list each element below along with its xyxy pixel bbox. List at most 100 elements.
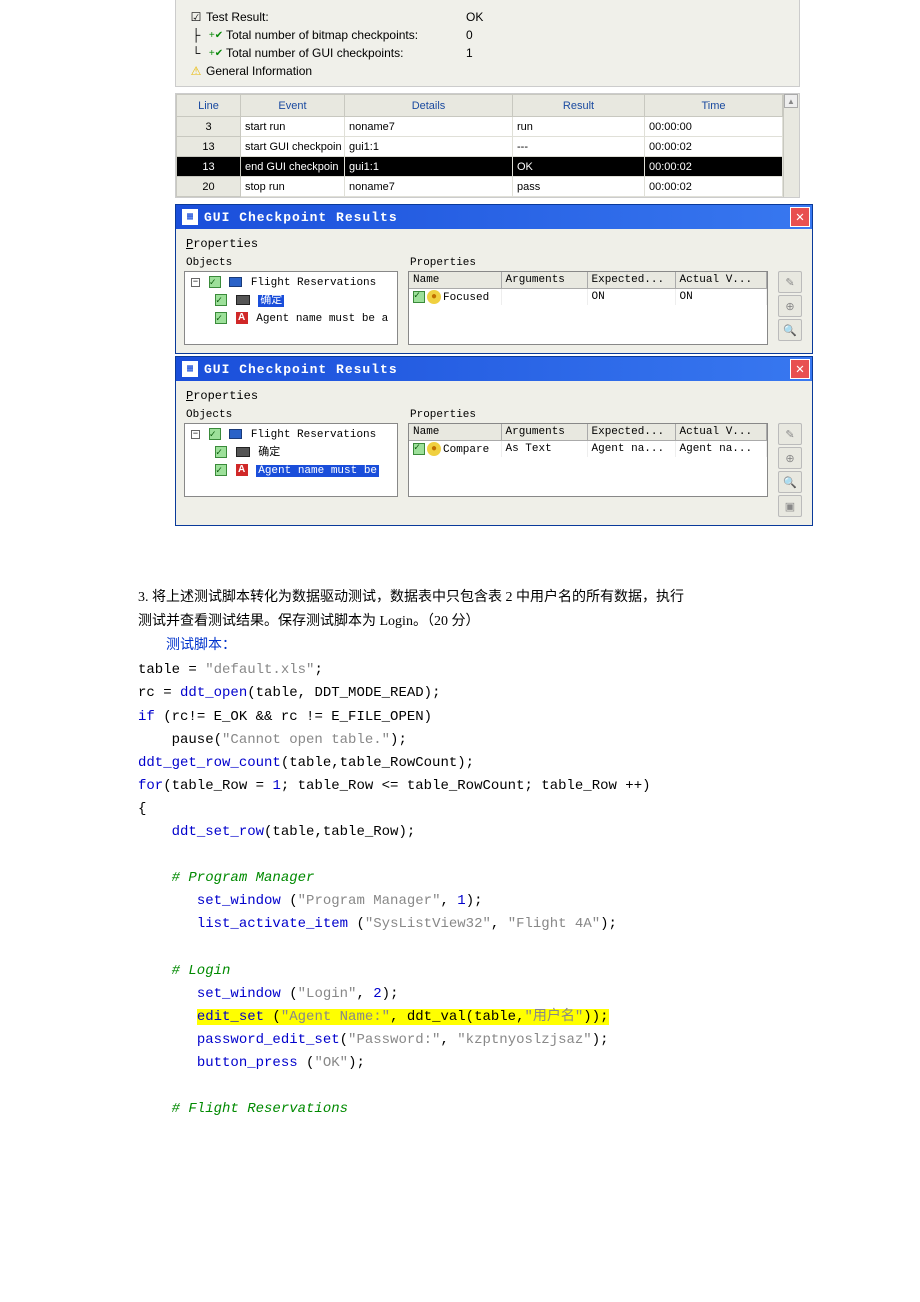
objects-tree[interactable]: − Flight Reservations 确定 A [184,423,398,497]
edit-button[interactable]: ✎ [778,423,802,445]
cell-time: 00:00:02 [645,137,783,157]
log-row[interactable]: 20stop runnoname7pass00:00:02 [177,177,799,197]
prop-actual: ON [675,288,767,305]
checkbox-icon[interactable] [215,464,227,476]
checkbox-icon[interactable] [209,276,221,288]
tree-item-child[interactable]: A Agent name must be a [187,310,395,328]
log-row[interactable]: 13end GUI checkpoingui1:1OK00:00:02 [177,157,799,177]
target-button[interactable]: ⊕ [778,447,802,469]
prop-row[interactable]: ●Focused ON ON [409,288,767,305]
col-args[interactable]: Arguments [501,424,587,440]
tree-item-child[interactable]: A Agent name must be [187,462,395,480]
cell-line: 13 [177,137,241,157]
collapse-icon[interactable]: − [191,430,200,439]
window-icon [229,277,242,287]
warning-icon: ⚠ [186,64,206,78]
target-button[interactable]: ⊕ [778,295,802,317]
close-button[interactable]: ✕ [790,359,810,379]
button-icon [236,447,250,457]
prop-expected: ON [587,288,675,305]
plus-check-icon: +✔ [206,48,226,59]
window-title: GUI Checkpoint Results [204,362,790,377]
properties-table[interactable]: Name Arguments Expected... Actual V... ●… [408,271,768,345]
app-icon: ▦ [182,209,198,225]
cell-result: --- [513,137,645,157]
col-details[interactable]: Details [345,95,513,117]
tree-label: Flight Reservations [251,277,376,289]
tree-branch-icon: ├ [186,28,206,42]
window-icon [229,429,242,439]
summary-label: Test Result: [206,10,466,24]
cell-event: stop run [241,177,345,197]
q3-line1: 3. 将上述测试脚本转化为数据驱动测试，数据表中只包含表 2 中用户名的所有数据… [138,586,800,610]
cell-time: 00:00:02 [645,157,783,177]
col-args[interactable]: Arguments [501,272,587,288]
summary-label: Total number of GUI checkpoints: [226,46,466,60]
window-titlebar[interactable]: ▦ GUI Checkpoint Results ✕ [176,205,812,229]
find-button[interactable]: 🔍 [778,471,802,493]
window-titlebar[interactable]: ▦ GUI Checkpoint Results ✕ [176,357,812,381]
col-name[interactable]: Name [409,272,501,288]
app-icon: ▦ [182,361,198,377]
checkbox-icon: ☑ [186,10,206,24]
objects-label: Objects [184,409,398,421]
col-actual[interactable]: Actual V... [675,424,767,440]
scrollbar[interactable]: ▲ [783,94,799,197]
property-icon: ● [427,290,441,304]
col-name[interactable]: Name [409,424,501,440]
plus-check-icon: +✔ [206,30,226,41]
tree-item-root[interactable]: − Flight Reservations [187,426,395,444]
col-expected[interactable]: Expected... [587,424,675,440]
prop-name: Focused [443,291,489,303]
col-line[interactable]: Line [177,95,241,117]
cell-result: OK [513,157,645,177]
checkbox-icon[interactable] [215,446,227,458]
property-icon: ● [427,442,441,456]
cell-line: 3 [177,117,241,137]
find-button[interactable]: 🔍 [778,319,802,341]
checkbox-icon[interactable] [413,291,425,303]
tree-item-root[interactable]: − Flight Reservations [187,274,395,292]
summary-row: └ +✔ Total number of GUI checkpoints: 1 [186,44,789,62]
test-summary-panel: ☑ Test Result: OK ├ +✔ Total number of b… [175,0,800,87]
checkbox-icon[interactable] [215,294,227,306]
summary-row: ⚠ General Information [186,62,789,80]
scroll-up-icon[interactable]: ▲ [784,94,798,108]
cell-event: start GUI checkpoin [241,137,345,157]
tree-label: Agent name must be a [256,313,388,325]
checkbox-icon[interactable] [413,443,425,455]
tree-item-child[interactable]: 确定 [187,292,395,310]
test-log-table[interactable]: Line Event Details Result Time 3start ru… [175,93,800,198]
prop-row[interactable]: ●Compare As Text Agent na... Agent na... [409,440,767,457]
col-result[interactable]: Result [513,95,645,117]
col-expected[interactable]: Expected... [587,272,675,288]
summary-value: 1 [466,46,473,60]
cell-event: end GUI checkpoin [241,157,345,177]
objects-label: Objects [184,257,398,269]
properties-table[interactable]: Name Arguments Expected... Actual V... ●… [408,423,768,497]
summary-value: OK [466,10,483,24]
cell-line: 20 [177,177,241,197]
cell-result: pass [513,177,645,197]
log-row[interactable]: 13start GUI checkpoingui1:1---00:00:02 [177,137,799,157]
col-time[interactable]: Time [645,95,783,117]
prop-actual: Agent na... [675,440,767,457]
properties-label: Properties [408,409,768,421]
tree-item-child[interactable]: 确定 [187,444,395,462]
cell-details: noname7 [345,177,513,197]
cell-details: gui1:1 [345,137,513,157]
edit-button[interactable]: ✎ [778,271,802,293]
prop-args: As Text [501,440,587,457]
gui-checkpoint-results-window-2: ▦ GUI Checkpoint Results ✕ Properties Ob… [175,356,813,526]
collapse-icon[interactable]: − [191,278,200,287]
cell-details: noname7 [345,117,513,137]
checkbox-icon[interactable] [215,312,227,324]
cell-time: 00:00:02 [645,177,783,197]
col-actual[interactable]: Actual V... [675,272,767,288]
objects-tree[interactable]: − Flight Reservations 确定 A [184,271,398,345]
close-button[interactable]: ✕ [790,207,810,227]
log-row[interactable]: 3start runnoname7run00:00:00 [177,117,799,137]
checkbox-icon[interactable] [209,428,221,440]
col-event[interactable]: Event [241,95,345,117]
activate-button[interactable]: ▣ [778,495,802,517]
